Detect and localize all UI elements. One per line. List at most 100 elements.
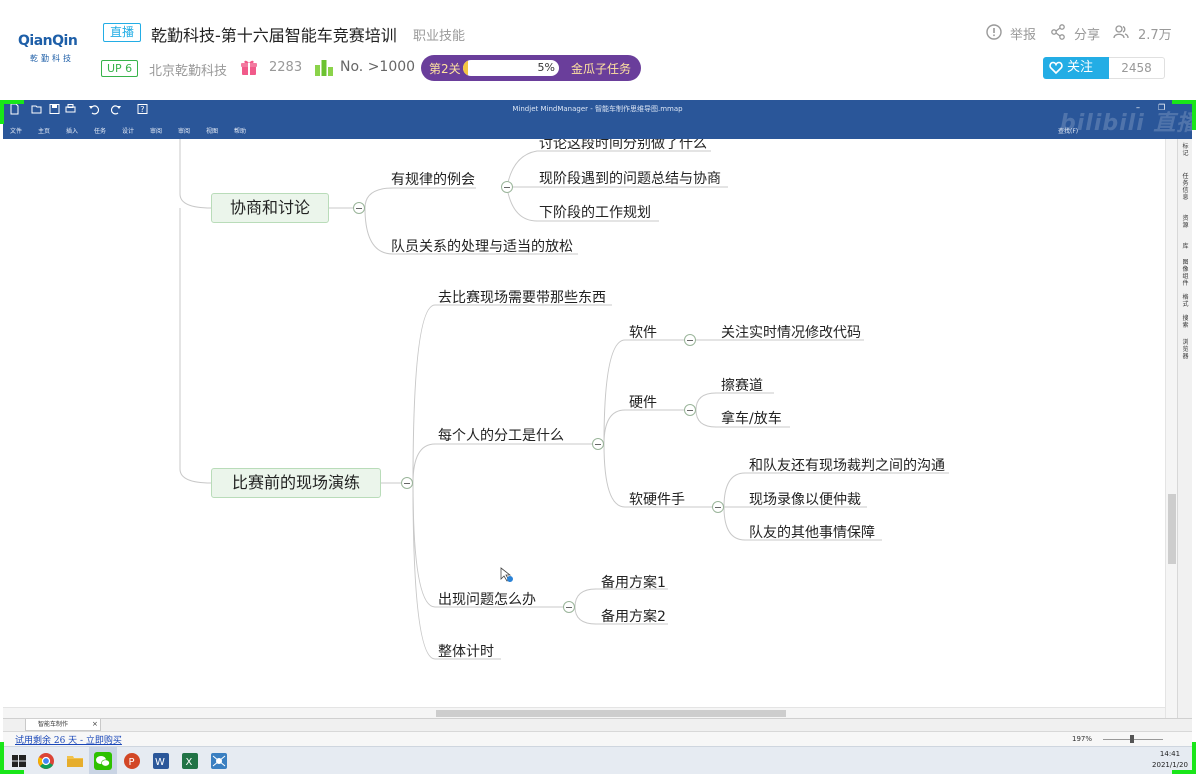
rank-icon	[315, 60, 333, 76]
fans-count: 2458	[1109, 57, 1165, 79]
word-icon[interactable]: W	[152, 752, 170, 770]
pane-tab-resources[interactable]: 资源	[1180, 215, 1191, 229]
frame-corner-br	[1172, 770, 1196, 774]
pane-tab-task-info[interactable]: 任务信息	[1180, 173, 1191, 201]
pane-tab-search[interactable]: 搜索	[1180, 315, 1191, 329]
chrome-icon[interactable]	[37, 752, 55, 770]
logo-text: QianQin	[18, 33, 78, 49]
topic-overall-timing[interactable]: 整体计时	[438, 641, 494, 661]
collapse-toggle[interactable]	[592, 438, 604, 450]
channel-logo[interactable]: QianQin 乾勤科技	[18, 33, 84, 71]
frame-corner-tl-v	[0, 100, 4, 124]
menu-help[interactable]: 帮助	[234, 126, 246, 135]
zoom-level: 197%	[1072, 735, 1093, 743]
node-rehearsal[interactable]: 比赛前的现场演练	[211, 468, 381, 498]
task-percent: 5%	[537, 61, 555, 74]
topic-hardware[interactable]: 硬件	[629, 392, 657, 412]
topic-software[interactable]: 软件	[629, 322, 657, 342]
room-title: 乾勤科技-第十六届智能车竞赛培训	[151, 26, 397, 45]
vertical-scrollbar[interactable]	[1165, 139, 1177, 718]
menu-home[interactable]: 主页	[38, 126, 50, 135]
collapse-toggle[interactable]	[563, 601, 575, 613]
collapse-toggle[interactable]	[712, 501, 724, 513]
topic-what-to-bring[interactable]: 去比赛现场需要带那些东西	[438, 287, 606, 307]
topic-discuss-work[interactable]: 讨论这段时间分别做了什么	[539, 139, 707, 153]
powerpoint-icon[interactable]: P	[123, 752, 141, 770]
gold-seed-task[interactable]: 第2关 5% 金瓜子任务	[421, 55, 641, 81]
windows-start-icon[interactable]	[10, 752, 28, 770]
screen: QianQin 乾勤科技 直播 乾勤科技-第十六届智能车竞赛培训 职业技能 UP…	[0, 0, 1196, 774]
up-name[interactable]: 北京乾勤科技	[149, 60, 227, 79]
system-clock[interactable]: 14:41 2021/1/20	[1148, 749, 1192, 771]
horizontal-scroll-thumb[interactable]	[436, 710, 786, 717]
gift-count: 2283	[269, 60, 303, 75]
menu-task[interactable]: 任务	[94, 126, 106, 135]
mindmap-connectors	[179, 139, 949, 660]
topic-backup-plan-1[interactable]: 备用方案1	[601, 572, 666, 592]
menu-review[interactable]: 审阅	[150, 126, 162, 135]
topic-place-car[interactable]: 拿车/放车	[721, 408, 782, 428]
collapse-toggle[interactable]	[501, 181, 513, 193]
frame-corner-bl-v	[0, 742, 4, 770]
task-pane-tabs: 标记 任务信息 资源 库 图像组件 格式 搜索 浏览器	[1177, 139, 1192, 718]
gift-icon	[241, 60, 257, 75]
topic-backup-plan-2[interactable]: 备用方案2	[601, 606, 666, 626]
mindmap-canvas[interactable]: 协商和讨论 比赛前的现场演练 有规律的例会 讨论这段时间分别做了什么 现阶段遇到…	[3, 139, 1165, 718]
menu-review-2[interactable]: 审阅	[178, 126, 190, 135]
menu-file[interactable]: 文件	[10, 126, 22, 135]
collapse-toggle[interactable]	[353, 202, 365, 214]
viewer-count: 2.7万	[1138, 28, 1172, 43]
mindmanager-app-icon[interactable]	[210, 752, 228, 770]
share-button[interactable]: 分享	[1074, 24, 1100, 43]
horizontal-scrollbar[interactable]	[3, 707, 1165, 718]
menu-view[interactable]: 视图	[206, 126, 218, 135]
share-icon[interactable]	[1050, 24, 1066, 40]
clock-time: 14:41	[1159, 750, 1181, 758]
wechat-icon[interactable]	[94, 752, 112, 770]
collapse-toggle[interactable]	[684, 334, 696, 346]
topic-team-relation[interactable]: 队员关系的处理与适当的放松	[391, 236, 573, 256]
pane-tab-library[interactable]: 库	[1180, 243, 1191, 250]
pane-tab-image-parts[interactable]: 图像组件	[1180, 259, 1191, 287]
report-button[interactable]: 举报	[1010, 24, 1036, 43]
topic-wipe-track[interactable]: 擦赛道	[721, 375, 763, 395]
follow-button[interactable]: 关注	[1043, 57, 1109, 79]
collapse-toggle[interactable]	[401, 477, 413, 489]
topic-what-if-problem[interactable]: 出现问题怎么办	[438, 589, 536, 609]
node-negotiate[interactable]: 协商和讨论	[211, 193, 329, 223]
menu-design[interactable]: 设计	[122, 126, 134, 135]
svg-text:P: P	[129, 757, 135, 768]
bilibili-watermark: bilibili 直播	[1060, 111, 1196, 136]
topic-modify-code[interactable]: 关注实时情况修改代码	[721, 322, 861, 342]
document-tab[interactable]: 智能车制作 ×	[25, 719, 101, 731]
ribbon-tabs: 文件 主页 插入 任务 设计 审阅 审阅 视图 帮助 查找(F)	[3, 120, 1192, 139]
topic-next-plan[interactable]: 下阶段的工作规划	[539, 202, 651, 222]
topic-problem-summary[interactable]: 现阶段遇到的问题总结与协商	[539, 168, 721, 188]
topic-regular-meeting[interactable]: 有规律的例会	[391, 169, 475, 189]
windows-taskbar: P W X 14:41 2021/1/20	[0, 746, 1196, 774]
excel-icon[interactable]: X	[181, 752, 199, 770]
document-tab-label: 智能车制作	[38, 721, 69, 728]
warning-icon[interactable]	[986, 24, 1002, 40]
collapse-toggle[interactable]	[684, 404, 696, 416]
file-explorer-icon[interactable]	[66, 752, 84, 770]
trial-notice-link[interactable]: 试用剩余 26 天 - 立即购买	[15, 733, 122, 746]
pane-tab-format[interactable]: 格式	[1180, 294, 1191, 308]
topic-division-of-work[interactable]: 每个人的分工是什么	[438, 425, 564, 445]
pane-tab-browser[interactable]: 浏览器	[1180, 339, 1191, 360]
topic-communicate-referee[interactable]: 和队友还有现场裁判之间的沟通	[749, 455, 945, 475]
rank-text[interactable]: No. >1000	[340, 59, 415, 75]
menu-insert[interactable]: 插入	[66, 126, 78, 135]
live-tag: 直播	[103, 23, 142, 42]
close-tab-icon[interactable]: ×	[92, 719, 98, 730]
svg-text:W: W	[155, 757, 165, 768]
pane-tab-markers[interactable]: 标记	[1180, 143, 1191, 157]
topic-soft-hard-hand[interactable]: 软硬件手	[629, 489, 685, 509]
document-tab-bar: 智能车制作 ×	[3, 718, 1192, 731]
zoom-slider-knob[interactable]	[1130, 735, 1134, 743]
topic-record-video[interactable]: 现场录像以便仲裁	[749, 489, 861, 509]
up-level-badge: UP 6	[101, 60, 139, 77]
topic-other-support[interactable]: 队友的其他事情保障	[749, 522, 875, 542]
room-category[interactable]: 职业技能	[413, 25, 465, 44]
vertical-scroll-thumb[interactable]	[1168, 494, 1176, 564]
